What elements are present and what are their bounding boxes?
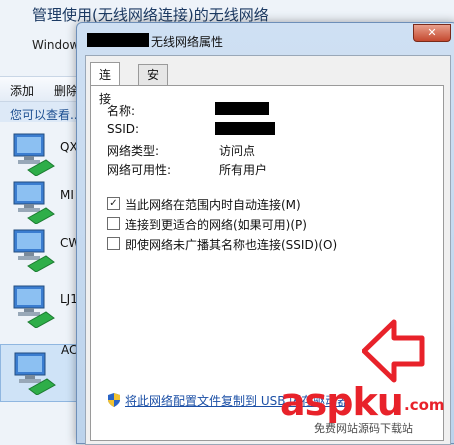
watermark-domain: .com <box>404 396 445 414</box>
availability-value: 所有用户 <box>219 163 268 177</box>
dialog-title-bar[interactable]: 无线网络属性 ✕ <box>77 23 454 55</box>
checkbox-box <box>107 237 120 250</box>
delete-button[interactable]: 删除 <box>54 82 78 99</box>
network-computer-icon <box>13 229 55 273</box>
redacted-network-name <box>87 33 149 47</box>
network-computer-icon <box>13 285 55 329</box>
network-computer-icon <box>13 133 55 177</box>
availability-label: 网络可用性: <box>107 163 172 177</box>
name-label: 名称: <box>107 104 136 118</box>
redacted-ssid-value <box>215 122 275 135</box>
network-computer-icon <box>13 181 55 225</box>
network-computer-icon <box>14 352 56 395</box>
watermark-slogan: 免费网站源码下载站 <box>314 422 413 435</box>
uac-shield-icon <box>108 393 120 407</box>
add-button[interactable]: 添加 <box>10 82 34 99</box>
check-mark-icon: ✓ <box>107 197 120 210</box>
tab-connection[interactable]: 连接 <box>90 62 121 106</box>
checkbox-label: 即使网络未广播其名称也连接(SSID)(O) <box>125 238 338 252</box>
network-type-value: 访问点 <box>219 144 256 158</box>
tab-security[interactable]: 安全 <box>138 64 169 102</box>
left-arrow-icon <box>362 319 425 383</box>
dialog-title: 无线网络属性 <box>151 35 224 49</box>
checkbox-box <box>107 217 120 230</box>
network-type-label: 网络类型: <box>107 144 160 158</box>
redacted-name-value <box>215 102 269 115</box>
checkbox-label: 连接到更适合的网络(如果可用)(P) <box>125 218 307 232</box>
network-name: AC <box>61 343 78 357</box>
checkbox-label: 当此网络在范围内时自动连接(M) <box>125 198 301 212</box>
network-name: MI <box>60 188 74 202</box>
close-button[interactable]: ✕ <box>413 24 451 42</box>
watermark-brand: aspku <box>280 380 404 424</box>
ssid-label: SSID: <box>107 122 140 136</box>
